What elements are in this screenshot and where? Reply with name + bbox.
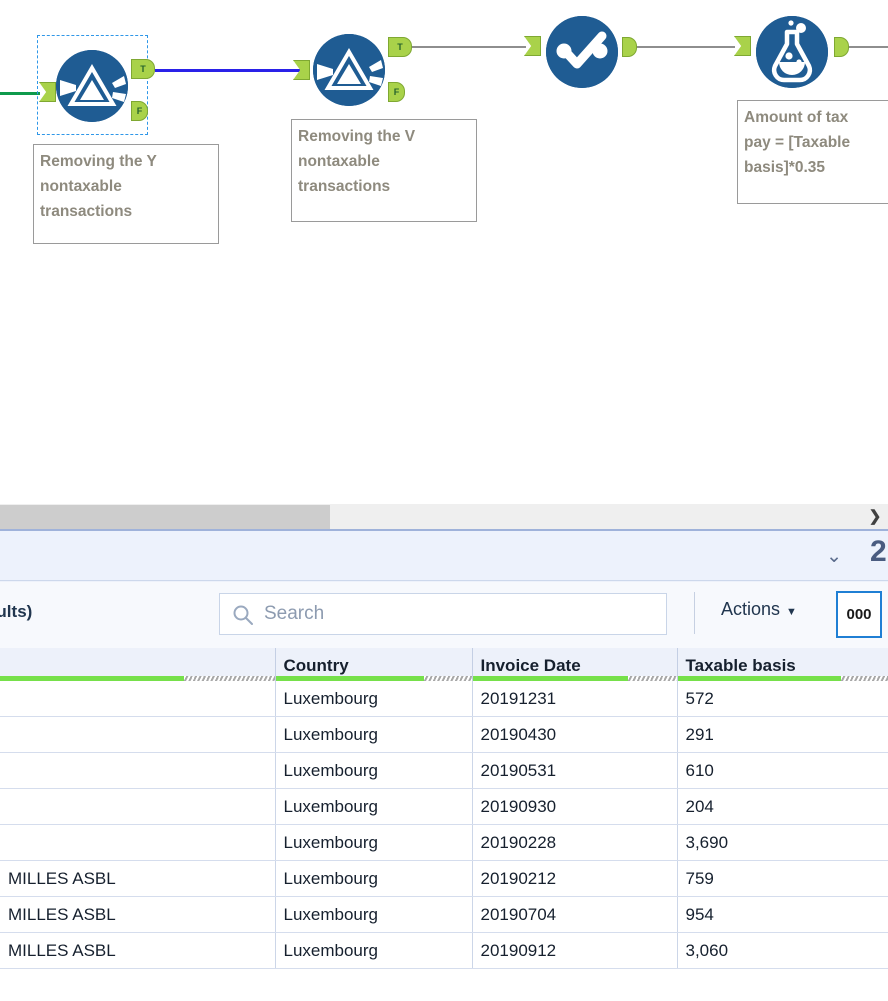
table-row[interactable]: Luxembourg20191231572 — [0, 681, 888, 717]
column-hatch-bar — [424, 676, 471, 681]
table-row[interactable]: Luxembourg20190930204 — [0, 789, 888, 825]
table-cell[interactable]: 759 — [677, 861, 888, 897]
formula-tool-icon[interactable] — [756, 16, 828, 88]
annotation-formula[interactable]: Amount of tax pay = [Taxable basis]*0.35 — [737, 100, 888, 204]
connection-wire-select-to-formula[interactable] — [630, 46, 735, 48]
table-cell[interactable]: Luxembourg — [275, 825, 472, 861]
input-anchor[interactable] — [524, 36, 541, 56]
table-cell[interactable]: Luxembourg — [275, 897, 472, 933]
chevron-right-icon[interactable]: ❯ — [864, 504, 886, 529]
table-cell[interactable]: MILLES ASBL — [0, 861, 275, 897]
true-output-anchor[interactable]: T — [131, 59, 155, 79]
table-cell[interactable] — [0, 753, 275, 789]
column-header-invoice-date[interactable]: Invoice Date — [472, 648, 677, 681]
table-cell[interactable]: 20190531 — [472, 753, 677, 789]
output-anchor[interactable] — [834, 37, 849, 57]
connection-wire-filter2-to-select[interactable] — [411, 46, 526, 48]
table-row[interactable]: MILLES ASBLLuxembourg201909123,060 — [0, 933, 888, 969]
table-header-row: Country Invoice Date Taxable basis — [0, 648, 888, 681]
column-hatch-bar — [841, 676, 887, 681]
table-body: Luxembourg20191231572Luxembourg201904302… — [0, 681, 888, 969]
table-cell[interactable]: MILLES ASBL — [0, 933, 275, 969]
table-cell[interactable]: 20190228 — [472, 825, 677, 861]
table-cell[interactable] — [0, 681, 275, 717]
column-header-0[interactable] — [0, 648, 275, 681]
table-cell[interactable]: Luxembourg — [275, 933, 472, 969]
toolbar-divider — [694, 592, 695, 634]
table-row[interactable]: Luxembourg20190531610 — [0, 753, 888, 789]
table-cell[interactable]: Luxembourg — [275, 753, 472, 789]
thousands-separator-button[interactable]: 000 — [836, 591, 882, 638]
select-tool-icon[interactable] — [546, 16, 618, 88]
false-output-anchor[interactable]: F — [131, 101, 148, 121]
results-record-count: al results) — [0, 602, 32, 622]
annotation-filter-2[interactable]: Removing the V nontaxable transactions — [291, 119, 477, 222]
results-table: Country Invoice Date Taxable basis — [0, 648, 888, 969]
table-cell[interactable] — [0, 789, 275, 825]
chevron-down-icon[interactable]: ⌄ — [826, 545, 842, 568]
table-row[interactable]: MILLES ASBLLuxembourg20190704954 — [0, 897, 888, 933]
table-cell[interactable]: Luxembourg — [275, 861, 472, 897]
table-row[interactable]: Luxembourg201902283,690 — [0, 825, 888, 861]
annotation-filter-1[interactable]: Removing the Y nontaxable transactions — [33, 144, 219, 244]
search-input[interactable]: Search — [219, 593, 667, 635]
table-cell[interactable]: Luxembourg — [275, 717, 472, 753]
table-cell[interactable] — [0, 717, 275, 753]
actions-label: Actions — [721, 599, 780, 619]
input-anchor[interactable] — [734, 36, 751, 56]
table-cell[interactable]: 3,060 — [677, 933, 888, 969]
true-output-anchor[interactable]: T — [388, 37, 412, 57]
column-label: Taxable basis — [686, 656, 796, 675]
table-cell[interactable]: 204 — [677, 789, 888, 825]
results-title-bar: ⌄ 2 — [0, 531, 888, 581]
table-cell[interactable] — [0, 825, 275, 861]
scrollbar-thumb[interactable] — [0, 505, 330, 529]
search-icon — [232, 604, 254, 631]
column-header-taxable-basis[interactable]: Taxable basis — [677, 648, 888, 681]
filter-tool-icon[interactable] — [56, 50, 128, 122]
filter-tool-icon[interactable] — [313, 34, 385, 106]
column-header-country[interactable]: Country — [275, 648, 472, 681]
table-row[interactable]: MILLES ASBLLuxembourg20190212759 — [0, 861, 888, 897]
actions-menu-button[interactable]: Actions ▼ — [721, 599, 797, 620]
connection-wire-formula-out[interactable] — [849, 46, 888, 48]
caret-down-icon: ▼ — [786, 606, 797, 618]
workflow-canvas[interactable]: T F T F — [0, 0, 888, 503]
table-cell[interactable]: 20191231 — [472, 681, 677, 717]
column-label: Country — [284, 656, 349, 675]
table-cell[interactable]: 20190704 — [472, 897, 677, 933]
connection-wire-filter1-to-filter2[interactable] — [155, 69, 300, 72]
table-cell[interactable]: 20190212 — [472, 861, 677, 897]
table-cell[interactable]: 954 — [677, 897, 888, 933]
alteryx-designer-window: T F T F — [0, 0, 888, 999]
column-hatch-bar — [628, 676, 677, 681]
canvas-horizontal-scrollbar[interactable]: ❯ — [0, 503, 888, 529]
table-cell[interactable]: 291 — [677, 717, 888, 753]
table-cell[interactable]: MILLES ASBL — [0, 897, 275, 933]
connection-wire-incoming[interactable] — [0, 92, 40, 95]
table-cell[interactable]: Luxembourg — [275, 789, 472, 825]
results-data-grid[interactable]: Country Invoice Date Taxable basis — [0, 648, 888, 1001]
table-cell[interactable]: 20190912 — [472, 933, 677, 969]
column-label: Invoice Date — [481, 656, 581, 675]
table-cell[interactable]: 20190430 — [472, 717, 677, 753]
table-cell[interactable]: 20190930 — [472, 789, 677, 825]
table-cell[interactable]: Luxembourg — [275, 681, 472, 717]
search-placeholder: Search — [264, 603, 324, 625]
results-toolbar: al results) Search Actions ▼ 000 — [0, 582, 888, 648]
false-output-anchor[interactable]: F — [388, 82, 405, 102]
table-cell[interactable]: 572 — [677, 681, 888, 717]
column-hatch-bar — [184, 676, 275, 681]
table-cell[interactable]: 3,690 — [677, 825, 888, 861]
table-row[interactable]: Luxembourg20190430291 — [0, 717, 888, 753]
results-title-text: 2 — [870, 535, 888, 569]
table-cell[interactable]: 610 — [677, 753, 888, 789]
results-pane: ⌄ 2 al results) Search Actions ▼ 000 — [0, 529, 888, 999]
output-anchor[interactable] — [622, 37, 637, 57]
